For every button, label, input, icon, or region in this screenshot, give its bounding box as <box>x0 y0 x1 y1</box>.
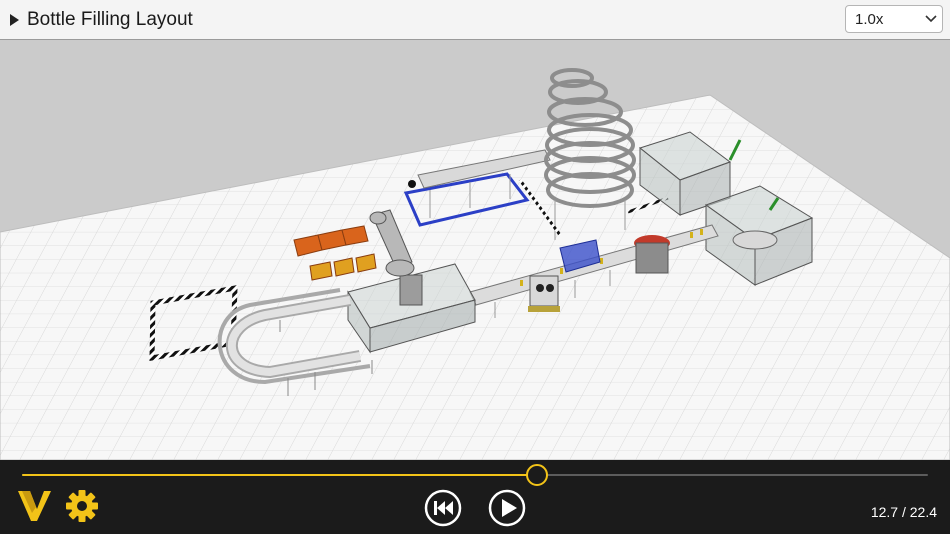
timeline-slider[interactable] <box>22 474 928 476</box>
labeller-station <box>528 275 560 312</box>
timeline-progress <box>22 474 536 476</box>
time-readout: 12.7 / 22.4 <box>870 504 937 520</box>
floor-grid <box>0 94 950 460</box>
v-logo-icon <box>18 491 51 521</box>
playback-controls: 12.7 / 22.4 <box>0 460 950 534</box>
bottle-hopper <box>634 235 670 274</box>
playback-speed-select[interactable]: 1.0x <box>845 5 943 33</box>
title-bar: Bottle Filling Layout 1.0x <box>0 0 950 40</box>
skip-back-icon[interactable] <box>424 489 462 527</box>
chevron-down-icon <box>925 15 937 23</box>
speed-value: 1.0x <box>855 11 884 28</box>
play-icon[interactable] <box>488 489 526 527</box>
3d-viewport[interactable] <box>0 40 950 460</box>
expand-triangle-icon[interactable] <box>10 14 19 26</box>
factory-scene <box>0 68 950 460</box>
gear-icon[interactable] <box>65 489 99 523</box>
page-title: Bottle Filling Layout <box>27 9 193 30</box>
timeline-thumb[interactable] <box>525 464 548 486</box>
